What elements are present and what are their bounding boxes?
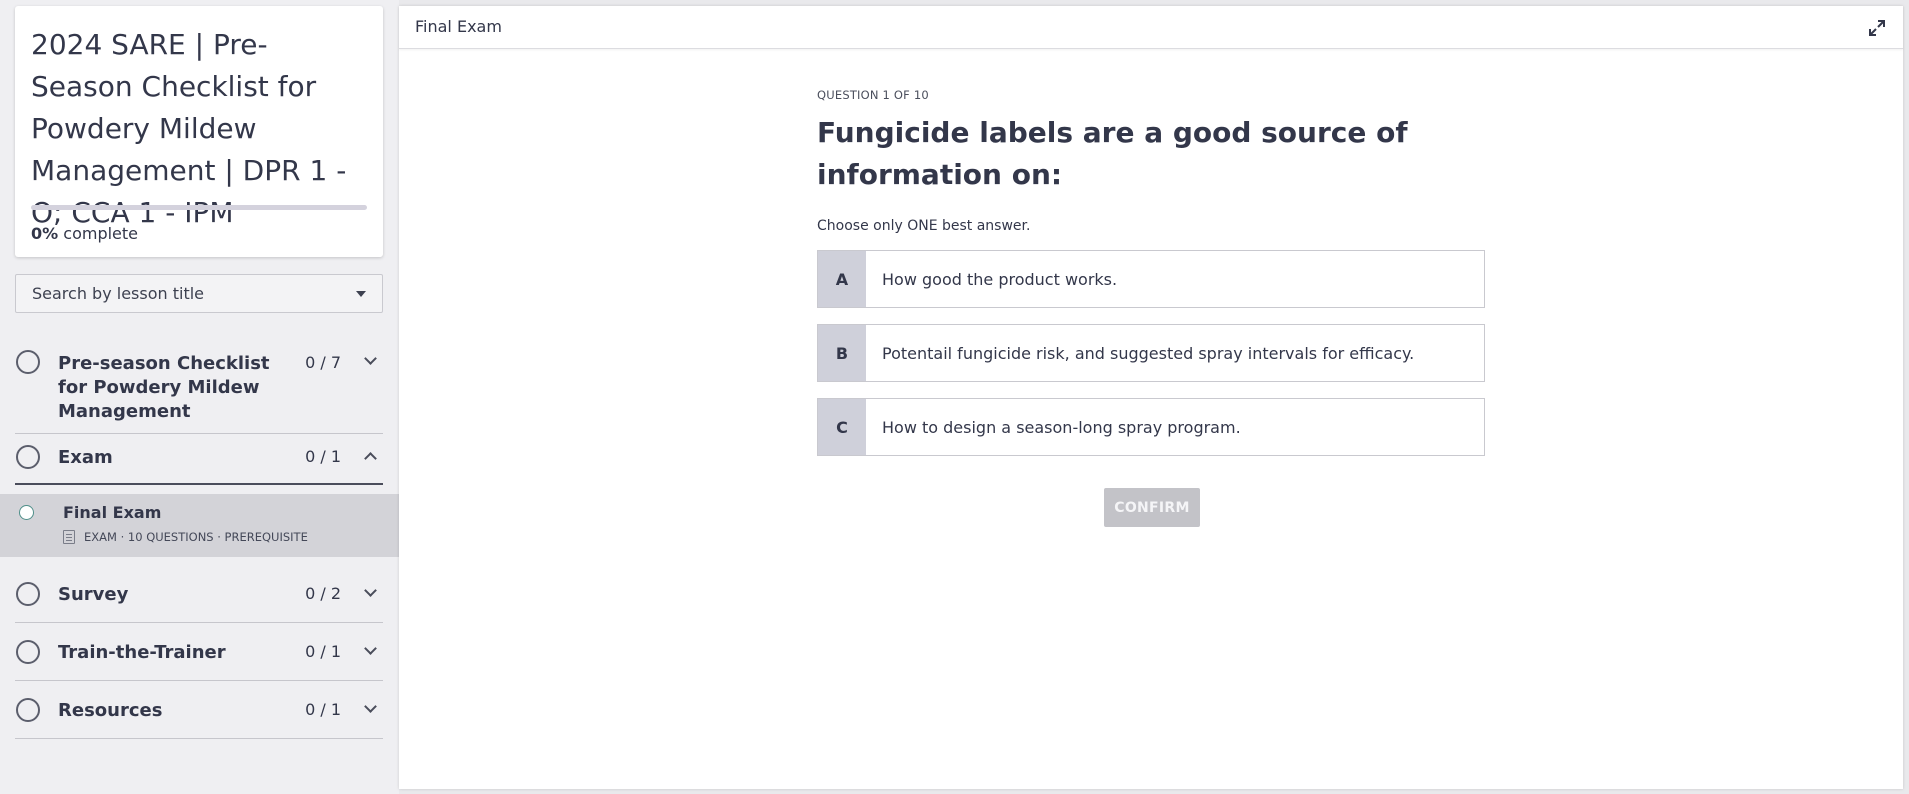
course-title: 2024 SARE | Pre-Season Checklist for Pow… (31, 28, 347, 229)
course-sidebar: 2024 SARE | Pre-Season Checklist for Pow… (0, 0, 399, 794)
chevron-down-icon[interactable] (364, 700, 377, 713)
lesson-meta-text: EXAM · 10 QUESTIONS · PREREQUISITE (84, 530, 308, 544)
lesson-header-title: Final Exam (415, 17, 502, 36)
answer-text: How good the product works. (882, 269, 1118, 289)
answer-text: How to design a season-long spray progra… (882, 417, 1241, 437)
section-count: 0 / 1 (305, 700, 341, 719)
lesson-content-panel: Final Exam QUESTION 1 OF 10 Fungicide la… (399, 6, 1903, 789)
lesson-search-placeholder: Search by lesson title (32, 284, 205, 303)
chevron-down-icon[interactable] (364, 642, 377, 655)
lesson-meta: EXAM · 10 QUESTIONS · PREREQUISITE (63, 530, 308, 544)
chevron-down-icon[interactable] (364, 352, 377, 365)
section-survey[interactable]: Survey 0 / 2 (15, 565, 383, 623)
section-title: Exam (58, 447, 113, 468)
section-title: Resources (58, 700, 163, 721)
progress-text: 0% complete (31, 224, 138, 243)
lesson-header: Final Exam (399, 6, 1903, 49)
section-title: Survey (58, 584, 129, 605)
progress-value: 0% (31, 224, 59, 243)
section-resources[interactable]: Resources 0 / 1 (15, 681, 383, 739)
section-status-circle-icon (16, 582, 40, 606)
chevron-down-icon[interactable] (364, 584, 377, 597)
section-status-circle-icon (16, 640, 40, 664)
answer-letter: B (818, 325, 866, 381)
exam-icon (63, 530, 75, 544)
answer-letter: C (818, 399, 866, 455)
progress-suffix: complete (63, 224, 138, 243)
expand-icon[interactable] (1867, 18, 1887, 38)
question-counter: QUESTION 1 OF 10 (817, 88, 929, 102)
section-count: 0 / 1 (305, 447, 341, 466)
section-exam[interactable]: Exam 0 / 1 (15, 434, 383, 485)
section-train-the-trainer[interactable]: Train-the-Trainer 0 / 1 (15, 623, 383, 681)
course-card: 2024 SARE | Pre-Season Checklist for Pow… (15, 6, 383, 257)
answer-text: Potentail fungicide risk, and suggested … (882, 343, 1415, 363)
answer-list: A How good the product works. B Potentai… (817, 250, 1487, 456)
question-instruction: Choose only ONE best answer. (817, 218, 1031, 234)
section-status-circle-icon (16, 698, 40, 722)
answer-option-a[interactable]: A How good the product works. (817, 250, 1485, 308)
section-status-circle-icon (16, 350, 40, 374)
answer-option-b[interactable]: B Potentail fungicide risk, and suggeste… (817, 324, 1485, 382)
progress-bar (31, 205, 367, 210)
section-count: 0 / 2 (305, 584, 341, 603)
section-count: 0 / 1 (305, 642, 341, 661)
section-pre-season-checklist[interactable]: Pre-season Checklist for Powdery Mildew … (15, 334, 383, 434)
caret-down-icon (356, 290, 366, 297)
lesson-status-circle-icon (19, 505, 34, 520)
question-text: Fungicide labels are a good source of in… (817, 116, 1408, 191)
confirm-button[interactable]: CONFIRM (1104, 488, 1200, 527)
chevron-up-icon[interactable] (364, 452, 377, 465)
section-count: 0 / 7 (305, 353, 341, 372)
question-block: QUESTION 1 OF 10 Fungicide labels are a … (817, 88, 1487, 472)
lesson-item-final-exam[interactable]: Final Exam EXAM · 10 QUESTIONS · PREREQU… (0, 494, 399, 557)
lesson-search-select[interactable]: Search by lesson title (15, 274, 383, 313)
section-title: Train-the-Trainer (58, 642, 226, 663)
answer-option-c[interactable]: C How to design a season-long spray prog… (817, 398, 1485, 456)
lesson-title: Final Exam (63, 503, 162, 522)
section-title: Pre-season Checklist for Powdery Mildew … (58, 353, 270, 422)
section-status-circle-icon (16, 445, 40, 469)
answer-letter: A (818, 251, 866, 307)
